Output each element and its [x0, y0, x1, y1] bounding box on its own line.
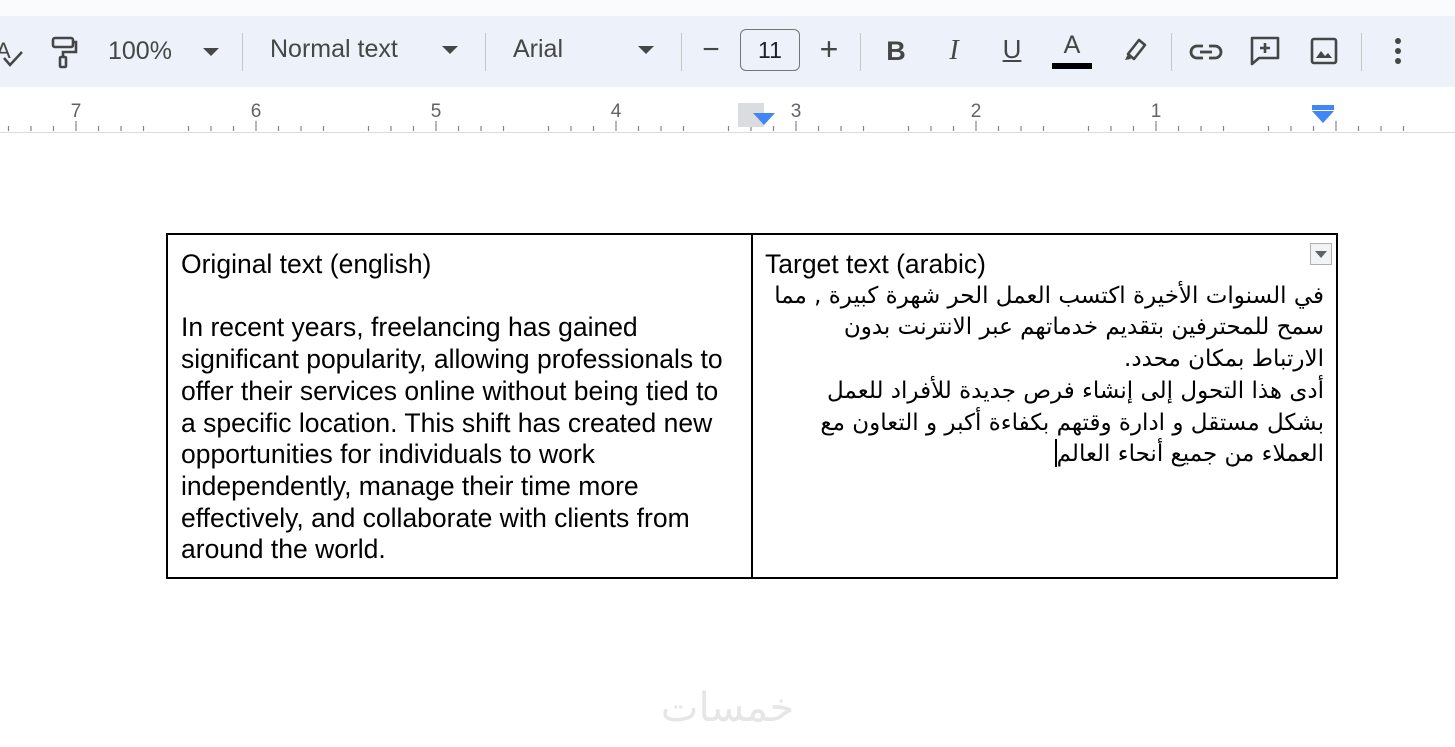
- link-icon[interactable]: [1187, 35, 1225, 69]
- spellcheck-icon[interactable]: A: [0, 36, 24, 70]
- indent-marker-icon[interactable]: [753, 113, 775, 125]
- original-text-body: In recent years, freelancing has gained …: [181, 312, 723, 565]
- ruler-number: 1: [1150, 101, 1162, 122]
- font-size-input[interactable]: 11: [740, 29, 800, 71]
- toolbar-divider: [1361, 33, 1362, 71]
- insert-image-icon[interactable]: [1307, 34, 1341, 68]
- bold-icon: B: [886, 35, 906, 66]
- right-indent-marker-icon[interactable]: [1312, 105, 1334, 110]
- chevron-down-icon[interactable]: [441, 44, 459, 56]
- underline-icon: U: [1002, 33, 1022, 64]
- font-size-value: 11: [758, 36, 782, 63]
- cell-menu-button[interactable]: [1310, 243, 1332, 265]
- italic-icon: I: [949, 35, 959, 66]
- watermark-logo: خمسات: [660, 685, 795, 731]
- document-table: Original text (english) In recent years,…: [166, 233, 1338, 579]
- top-strip: [0, 0, 1455, 16]
- minus-icon: −: [702, 33, 720, 66]
- target-text-line: أدى هذا التحول إلى إنشاء فرص جديدة للأفر…: [820, 377, 1324, 468]
- increase-font-size-button[interactable]: +: [816, 30, 842, 67]
- paragraph-style-value: Normal text: [270, 34, 398, 63]
- paragraph-style-select[interactable]: Normal text: [270, 34, 398, 64]
- text-color-icon: A: [1063, 30, 1081, 59]
- ruler-number: 5: [430, 101, 442, 122]
- table-cell-target[interactable]: Target text (arabic) في السنوات الأخيرة …: [753, 235, 1336, 577]
- target-text-title: Target text (arabic): [765, 249, 986, 279]
- bold-button[interactable]: B: [882, 34, 910, 68]
- toolbar-divider: [681, 33, 682, 71]
- ruler-number: 2: [970, 101, 982, 122]
- formatting-toolbar: A 100% Normal text Arial − 11 + B I U A: [0, 16, 1455, 87]
- ruler-number: 6: [250, 101, 262, 122]
- ruler-number: 4: [610, 101, 622, 122]
- chevron-down-icon[interactable]: [637, 44, 655, 56]
- highlighter-icon[interactable]: [1118, 32, 1152, 66]
- chevron-down-icon: [1315, 250, 1327, 258]
- table-cell-original[interactable]: Original text (english) In recent years,…: [168, 235, 753, 577]
- more-icon[interactable]: [1387, 34, 1409, 68]
- toolbar-divider: [485, 33, 486, 71]
- target-text-paragraph: أدى هذا التحول إلى إنشاء فرص جديدة للأفر…: [765, 376, 1324, 471]
- font-value: Arial: [513, 34, 564, 63]
- paint-format-icon[interactable]: [46, 34, 80, 70]
- text-color-swatch: [1052, 63, 1092, 69]
- toolbar-divider: [860, 33, 861, 71]
- text-color-button[interactable]: A: [1052, 30, 1092, 60]
- zoom-select[interactable]: 100%: [108, 36, 172, 66]
- italic-button[interactable]: I: [940, 34, 968, 68]
- zoom-value: 100%: [108, 36, 172, 65]
- ruler-number: 7: [70, 101, 82, 122]
- plus-icon: +: [819, 30, 839, 67]
- original-text-title: Original text (english): [181, 249, 432, 279]
- chevron-down-icon[interactable]: [202, 46, 220, 58]
- decrease-font-size-button[interactable]: −: [698, 33, 724, 67]
- toolbar-divider: [1171, 33, 1172, 71]
- font-select[interactable]: Arial: [513, 34, 563, 64]
- add-comment-icon[interactable]: [1247, 33, 1283, 69]
- toolbar-divider: [242, 33, 243, 71]
- right-margin-marker-icon[interactable]: [1312, 111, 1334, 123]
- ruler-number: 3: [790, 101, 802, 122]
- ruler[interactable]: 7 6 5 4 3 2 1: [0, 88, 1455, 133]
- ruler-ticks: [7, 121, 1405, 131]
- underline-button[interactable]: U: [998, 32, 1026, 66]
- target-text-paragraph: في السنوات الأخيرة اكتسب العمل الحر شهرة…: [774, 282, 1324, 373]
